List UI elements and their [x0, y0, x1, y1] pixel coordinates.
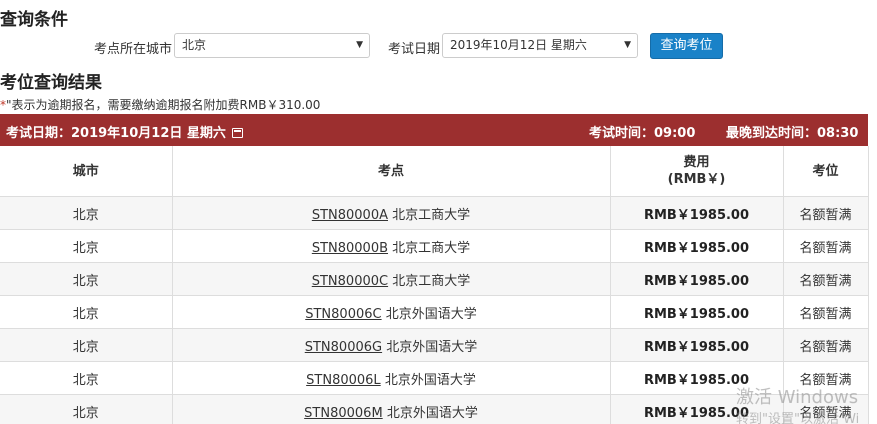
center-code-link[interactable]: STN80000A	[312, 208, 388, 223]
chevron-down-icon: ▼	[356, 40, 363, 50]
center-name: 北京工商大学	[392, 240, 471, 256]
cell-city: 北京	[0, 262, 173, 296]
windows-activation-watermark: 激活 Windows	[736, 387, 859, 408]
table-row: 北京 STN80000C 北京工商大学 RMB￥1985.00 名额暂满	[0, 262, 869, 296]
center-name: 北京外国语大学	[386, 339, 478, 355]
calendar-icon	[231, 128, 243, 138]
cell-city: 北京	[0, 394, 173, 424]
cell-city: 北京	[0, 196, 173, 230]
cell-city: 北京	[0, 361, 173, 395]
column-header-fee-unit: (RMB￥)	[667, 172, 726, 187]
city-select[interactable]: 北京 ▼	[174, 33, 370, 58]
city-select-value: 北京	[182, 38, 207, 52]
late-note-text: "表示为逾期报名，需要缴纳逾期报名附加费RMB￥310.00	[6, 98, 321, 112]
cell-seat-status: 名额暂满	[783, 328, 869, 362]
center-name: 北京外国语大学	[384, 372, 476, 388]
cell-seat-status: 名额暂满	[783, 196, 869, 230]
cell-fee: RMB￥1985.00	[610, 262, 784, 296]
center-code-link[interactable]: STN80006G	[305, 340, 382, 355]
cell-center: STN80006M 北京外国语大学	[172, 394, 611, 424]
cell-center: STN80006L 北京外国语大学	[172, 361, 611, 395]
cell-fee: RMB￥1985.00	[610, 328, 784, 362]
cell-seat-status: 名额暂满	[783, 229, 869, 263]
query-seats-button[interactable]: 查询考位	[650, 33, 723, 59]
table-header-row: 城市 考点 费用 (RMB￥) 考位	[0, 146, 869, 197]
column-header-seat: 考位	[783, 146, 869, 197]
results-title: 考位查询结果	[0, 73, 102, 93]
column-header-center: 考点	[172, 146, 611, 197]
city-label: 考点所在城市	[94, 42, 173, 57]
exam-date-info: 考试日期：2019年10月12日 星期六	[6, 122, 243, 141]
cell-center: STN80000C 北京工商大学	[172, 262, 611, 296]
exam-date-select[interactable]: 2019年10月12日 星期六 ▼	[442, 33, 638, 58]
center-code-link[interactable]: STN80006L	[306, 373, 381, 388]
center-code-link[interactable]: STN80006C	[305, 307, 381, 322]
cell-seat-status: 名额暂满	[783, 262, 869, 296]
center-code-link[interactable]: STN80000B	[312, 241, 388, 256]
center-code-link[interactable]: STN80006M	[304, 406, 383, 421]
windows-activation-watermark-sub: 转到"设置"以激活 Wi	[736, 412, 860, 424]
cell-center: STN80000B 北京工商大学	[172, 229, 611, 263]
exam-date-select-value: 2019年10月12日 星期六	[450, 38, 587, 52]
exam-time-info: 考试时间：09:00	[589, 126, 696, 141]
cell-fee: RMB￥1985.00	[610, 196, 784, 230]
cell-fee: RMB￥1985.00	[610, 295, 784, 329]
arrival-time-info: 最晚到达时间：08:30	[726, 126, 859, 141]
center-name: 北京外国语大学	[386, 405, 478, 421]
cell-center: STN80006C 北京外国语大学	[172, 295, 611, 329]
chevron-down-icon: ▼	[624, 40, 631, 50]
column-header-fee-label: 费用	[683, 155, 710, 170]
cell-city: 北京	[0, 295, 173, 329]
table-row: 北京 STN80006C 北京外国语大学 RMB￥1985.00 名额暂满	[0, 295, 869, 329]
cell-center: STN80000A 北京工商大学	[172, 196, 611, 230]
exam-info-bar: 考试日期：2019年10月12日 星期六 考试时间：09:00 最晚到达时间：0…	[0, 114, 868, 146]
center-name: 北京工商大学	[392, 273, 471, 289]
center-code-link[interactable]: STN80000C	[312, 274, 388, 289]
cell-city: 北京	[0, 328, 173, 362]
cell-city: 北京	[0, 229, 173, 263]
search-conditions-title: 查询条件	[0, 10, 68, 30]
table-row: 北京 STN80000A 北京工商大学 RMB￥1985.00 名额暂满	[0, 196, 869, 230]
cell-seat-status: 名额暂满	[783, 295, 869, 329]
late-registration-note: *"表示为逾期报名，需要缴纳逾期报名附加费RMB￥310.00	[0, 96, 320, 113]
table-row: 北京 STN80006G 北京外国语大学 RMB￥1985.00 名额暂满	[0, 328, 869, 362]
center-name: 北京工商大学	[392, 207, 471, 223]
table-row: 北京 STN80000B 北京工商大学 RMB￥1985.00 名额暂满	[0, 229, 869, 263]
exam-date-text: 考试日期：2019年10月12日 星期六	[6, 126, 226, 141]
column-header-fee: 费用 (RMB￥)	[610, 146, 784, 197]
cell-center: STN80006G 北京外国语大学	[172, 328, 611, 362]
center-name: 北京外国语大学	[385, 306, 477, 322]
cell-fee: RMB￥1985.00	[610, 229, 784, 263]
exam-date-label: 考试日期	[388, 42, 441, 57]
column-header-city: 城市	[0, 146, 173, 197]
